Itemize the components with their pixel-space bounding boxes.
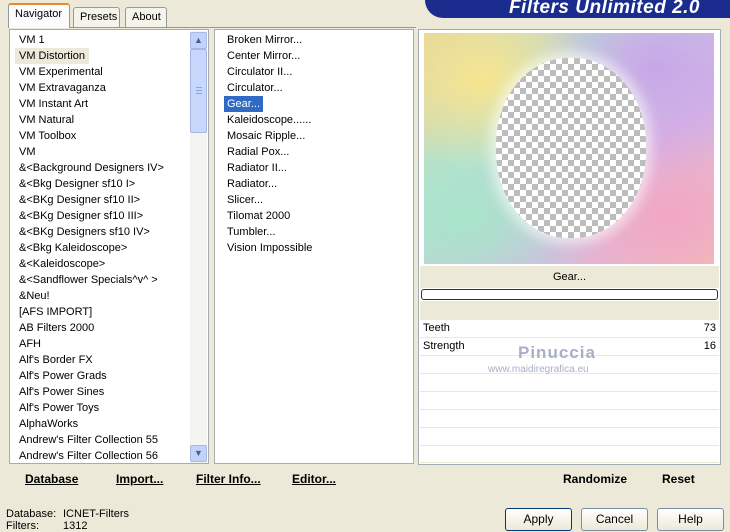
- category-item[interactable]: Alf's Power Toys: [15, 400, 103, 416]
- scroll-thumb[interactable]: [190, 49, 207, 133]
- transparent-area: [496, 58, 646, 238]
- category-item[interactable]: &<Bkg Kaleidoscope>: [15, 240, 131, 256]
- category-item[interactable]: Andrew's Filter Collection 55: [15, 432, 162, 448]
- filter-item[interactable]: Vision Impossible: [224, 240, 315, 256]
- filter-item[interactable]: Radiator...: [224, 176, 280, 192]
- reset-button[interactable]: Reset: [662, 472, 695, 486]
- param-label: Teeth: [423, 322, 450, 334]
- category-item[interactable]: &<Kaleidoscope>: [15, 256, 109, 272]
- database-button[interactable]: Database: [25, 472, 78, 486]
- category-item[interactable]: &<BKg Designer sf10 III>: [15, 208, 147, 224]
- category-item[interactable]: Andrew's Filter Collection 56: [15, 448, 162, 463]
- filter-item[interactable]: Slicer...: [224, 192, 266, 208]
- editor-button[interactable]: Editor...: [292, 472, 336, 486]
- filter-item[interactable]: Broken Mirror...: [224, 32, 305, 48]
- param-row-empty: [420, 410, 719, 428]
- category-item[interactable]: &<BKg Designers sf10 IV>: [15, 224, 154, 240]
- category-item[interactable]: &<BKg Designer sf10 II>: [15, 192, 144, 208]
- param-row-empty: [420, 392, 719, 410]
- category-item[interactable]: AFH: [15, 336, 45, 352]
- category-item[interactable]: AB Filters 2000: [15, 320, 98, 336]
- category-item[interactable]: &<Background Designers IV>: [15, 160, 168, 176]
- grip-line: [196, 87, 202, 88]
- param-value: 73: [703, 322, 716, 334]
- grip-line: [196, 90, 202, 91]
- category-item[interactable]: Alf's Border FX: [15, 352, 97, 368]
- param-label: Strength: [423, 340, 465, 352]
- filter-info-button[interactable]: Filter Info...: [196, 472, 261, 486]
- filter-list[interactable]: Broken Mirror... Center Mirror... Circulat…: [214, 29, 414, 464]
- param-row-empty: [420, 356, 719, 374]
- category-item[interactable]: &Neu!: [15, 288, 54, 304]
- filters-status-value: 1312: [63, 520, 88, 532]
- param-row-strength[interactable]: Strength 16: [420, 338, 719, 356]
- progress-bar: [421, 289, 718, 300]
- grip-line: [196, 93, 202, 94]
- tab-navigator[interactable]: Navigator: [8, 3, 70, 28]
- database-status-value: ICNET-Filters: [63, 508, 129, 520]
- category-item[interactable]: VM Distortion: [15, 48, 90, 64]
- filter-item[interactable]: Mosaic Ripple...: [224, 128, 308, 144]
- randomize-button[interactable]: Randomize: [563, 472, 627, 486]
- filters-status-label: Filters:: [6, 520, 39, 532]
- scroll-up-button[interactable]: ▲: [190, 32, 207, 49]
- category-item[interactable]: &<Bkg Designer sf10 I>: [15, 176, 139, 192]
- category-item[interactable]: VM 1: [15, 32, 49, 48]
- category-item[interactable]: Alf's Power Grads: [15, 368, 111, 384]
- category-item[interactable]: &<Sandflower Specials^v^ >: [15, 272, 162, 288]
- filter-name-label: Gear...: [420, 266, 719, 288]
- filter-item[interactable]: Circulator...: [224, 80, 286, 96]
- filter-item[interactable]: Radiator II...: [224, 160, 290, 176]
- param-separator: [420, 301, 719, 320]
- category-scrollbar[interactable]: ▲ ▼: [190, 31, 207, 463]
- help-button[interactable]: Help: [657, 508, 724, 531]
- category-item[interactable]: [AFS IMPORT]: [15, 304, 96, 320]
- category-item[interactable]: VM Experimental: [15, 64, 107, 80]
- param-value: 16: [703, 340, 716, 352]
- preview-image: [424, 33, 714, 264]
- param-row-teeth[interactable]: Teeth 73: [420, 320, 719, 338]
- category-item[interactable]: AlphaWorks: [15, 416, 82, 432]
- category-item[interactable]: VM Instant Art: [15, 96, 92, 112]
- apply-button[interactable]: Apply: [505, 508, 572, 531]
- filter-item[interactable]: Tumbler...: [224, 224, 279, 240]
- brand-title: Filters Unlimited 2.0: [508, 0, 700, 18]
- category-item[interactable]: VM: [15, 144, 40, 160]
- cancel-button[interactable]: Cancel: [581, 508, 648, 531]
- filter-item[interactable]: Circulator II...: [224, 64, 295, 80]
- database-status-label: Database:: [6, 508, 57, 520]
- filter-item[interactable]: Gear...: [222, 95, 265, 113]
- tab-presets[interactable]: Presets: [73, 7, 120, 27]
- param-row-empty: [420, 374, 719, 392]
- filter-item[interactable]: Kaleidoscope......: [224, 112, 314, 128]
- category-item[interactable]: VM Extravaganza: [15, 80, 110, 96]
- category-item[interactable]: Alf's Power Sines: [15, 384, 108, 400]
- filter-item[interactable]: Center Mirror...: [224, 48, 303, 64]
- import-button[interactable]: Import...: [116, 472, 163, 486]
- category-item[interactable]: VM Natural: [15, 112, 78, 128]
- param-row-empty: [420, 428, 719, 446]
- filter-item[interactable]: Tilomat 2000: [224, 208, 293, 224]
- brand-banner: Filters Unlimited 2.0: [425, 0, 730, 18]
- tab-about[interactable]: About: [125, 7, 167, 27]
- scroll-down-button[interactable]: ▼: [190, 445, 207, 462]
- category-item[interactable]: VM Toolbox: [15, 128, 80, 144]
- param-row-empty: [420, 446, 719, 463]
- category-list[interactable]: VM 1 VM Distortion VM Experimental VM Extra…: [9, 29, 209, 464]
- filter-item[interactable]: Radial Pox...: [224, 144, 292, 160]
